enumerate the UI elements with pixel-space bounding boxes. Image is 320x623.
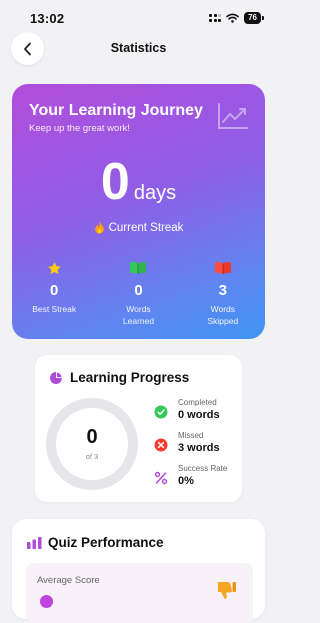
words-skipped-label: Words Skipped bbox=[207, 304, 239, 326]
battery-indicator: 76 bbox=[244, 12, 264, 24]
status-icons: 76 bbox=[209, 12, 264, 24]
status-bar: 13:02 76 bbox=[0, 0, 277, 34]
streak-label-row: Current Streak bbox=[12, 221, 265, 234]
words-learned-value: 0 bbox=[134, 282, 143, 299]
success-rate-label: Success Rate bbox=[178, 464, 228, 473]
stat-best-streak: 0 Best Streak bbox=[12, 260, 96, 327]
average-score-label: Average Score bbox=[37, 575, 100, 586]
learning-progress-card: Learning Progress 0 of 3 Completed 0 wor… bbox=[35, 355, 242, 502]
progress-ring-value: 0 bbox=[86, 426, 98, 448]
completed-value: 0 words bbox=[178, 409, 220, 421]
star-icon bbox=[47, 261, 61, 274]
learning-journey-card: Your Learning Journey Keep up the great … bbox=[12, 84, 265, 339]
thumbs-down-icon bbox=[218, 582, 236, 599]
hero-title: Your Learning Journey bbox=[29, 102, 203, 119]
x-circle-icon bbox=[154, 438, 168, 452]
best-streak-label: Best Streak bbox=[32, 304, 77, 314]
quiz-performance-card: Quiz Performance Average Score bbox=[12, 519, 265, 623]
best-streak-value: 0 bbox=[49, 282, 59, 299]
wifi-icon bbox=[226, 13, 239, 23]
check-circle-icon bbox=[154, 405, 168, 419]
page-title: Statistics bbox=[110, 41, 167, 55]
pie-chart-icon bbox=[50, 371, 62, 384]
streak-label: Current Streak bbox=[108, 221, 184, 234]
learning-progress-title: Learning Progress bbox=[70, 370, 190, 385]
hero-subtitle: Keep up the great work! bbox=[29, 123, 130, 134]
success-rate-value: 0% bbox=[178, 475, 194, 487]
open-book-green-icon bbox=[130, 262, 147, 274]
stat-words-skipped: 3 Words Skipped bbox=[181, 260, 265, 327]
completed-label: Completed bbox=[178, 398, 217, 407]
percent-icon bbox=[154, 471, 168, 485]
quiz-performance-title: Quiz Performance bbox=[48, 535, 164, 550]
streak-unit: days bbox=[133, 182, 177, 204]
words-skipped-value: 3 bbox=[218, 282, 227, 299]
cellular-signal-icon bbox=[209, 14, 222, 22]
streak-value: 0 bbox=[100, 153, 130, 211]
average-score-panel: Average Score bbox=[26, 563, 253, 623]
words-learned-label: Words Learned bbox=[122, 304, 155, 326]
stats-row: 0 Best Streak 0 Words Learned 3 Words Sk… bbox=[12, 260, 265, 327]
legend-completed: Completed 0 words bbox=[154, 398, 227, 431]
legend-missed: Missed 3 words bbox=[154, 431, 227, 464]
status-time: 13:02 bbox=[30, 11, 65, 26]
progress-legend: Completed 0 words Missed 3 words Success… bbox=[154, 398, 227, 497]
missed-value: 3 words bbox=[178, 442, 220, 454]
learning-progress-header: Learning Progress bbox=[49, 370, 189, 385]
progress-ring-caption: of 3 bbox=[85, 452, 99, 461]
missed-label: Missed bbox=[178, 431, 204, 440]
flame-icon bbox=[94, 221, 104, 234]
open-book-red-icon bbox=[214, 262, 231, 274]
progress-ring-center: 0 of 3 bbox=[44, 396, 140, 492]
current-streak-display: 0 days bbox=[12, 156, 265, 208]
chart-trend-icon bbox=[218, 103, 248, 129]
legend-success-rate: Success Rate 0% bbox=[154, 464, 227, 497]
average-score-indicator bbox=[40, 595, 53, 608]
stat-words-learned: 0 Words Learned bbox=[96, 260, 180, 327]
bar-chart-icon bbox=[27, 536, 42, 549]
quiz-performance-header: Quiz Performance bbox=[27, 535, 164, 550]
